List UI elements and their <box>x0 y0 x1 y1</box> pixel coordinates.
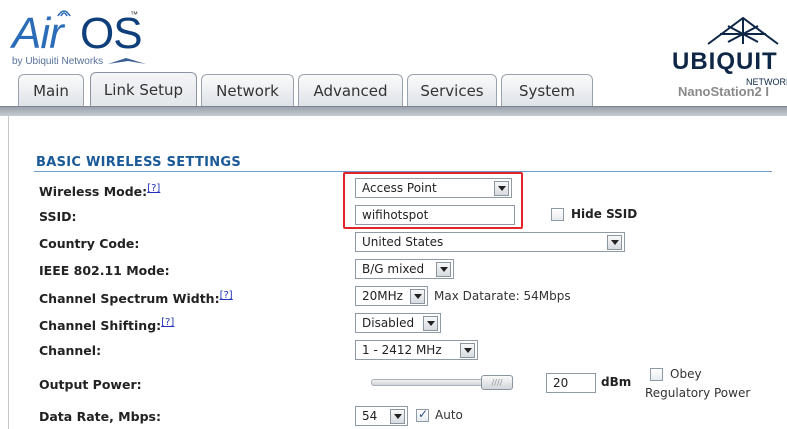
country-code-value: United States <box>362 235 444 249</box>
logo-trademark: ™ <box>130 10 138 19</box>
channel-width-label: Channel Spectrum Width:[?] <box>39 290 233 306</box>
tab-content-strip <box>0 106 787 116</box>
ieee-mode-select[interactable]: B/G mixed <box>355 259 454 279</box>
tab-label: Link Setup <box>103 80 184 99</box>
tab-main[interactable]: Main <box>18 74 84 106</box>
max-datarate-text: Max Datarate: 54Mbps <box>434 289 571 303</box>
hide-ssid-label: Hide SSID <box>571 207 638 221</box>
auto-rate-label: Auto <box>435 408 463 422</box>
hide-ssid-checkbox[interactable] <box>551 208 564 221</box>
output-power-slider-thumb[interactable]: //// <box>481 375 513 390</box>
wireless-mode-help-link[interactable]: [?] <box>147 183 160 194</box>
tab-label: System <box>519 81 575 100</box>
channel-shifting-select[interactable]: Disabled <box>355 313 441 333</box>
tab-services[interactable]: Services <box>407 74 497 106</box>
wireless-mode-label-text: Wireless Mode: <box>39 184 148 200</box>
auto-rate-checkbox[interactable] <box>416 407 429 422</box>
airos-logo: Air OS ™ by Ubiquiti Networks <box>10 4 170 67</box>
channel-shifting-help-link[interactable]: [?] <box>161 317 174 328</box>
logo-subtitle: by Ubiquiti Networks <box>12 56 104 67</box>
channel-value: 1 - 2412 MHz <box>362 343 442 357</box>
tab-advanced[interactable]: Advanced <box>298 74 403 106</box>
device-name: NanoStation2 I <box>678 84 770 99</box>
logo-air-text: Air <box>12 9 64 58</box>
ieee-mode-label: IEEE 802.11 Mode: <box>39 263 170 278</box>
channel-width-select[interactable]: 20MHz <box>355 286 428 306</box>
chevron-down-icon <box>410 288 425 304</box>
channel-shifting-label: Channel Shifting:[?] <box>39 317 174 333</box>
ubiquiti-bird-icon <box>108 58 146 64</box>
tab-label: Advanced <box>313 81 388 100</box>
data-rate-label: Data Rate, Mbps: <box>39 409 161 424</box>
tab-label: Network <box>216 81 279 100</box>
obey-regulatory-checkbox[interactable] <box>650 368 663 381</box>
chevron-down-icon <box>390 408 405 424</box>
chevron-down-icon <box>607 234 622 250</box>
channel-shifting-value: Disabled <box>362 316 415 330</box>
chevron-down-icon <box>436 261 451 277</box>
tab-label: Services <box>420 81 484 100</box>
chevron-down-icon <box>423 315 438 331</box>
channel-label: Channel: <box>39 343 102 358</box>
channel-shifting-label-text: Channel Shifting: <box>39 318 162 334</box>
tab-label: Main <box>33 81 69 100</box>
main-tab-bar: Main Link Setup Network Advanced Service… <box>0 72 787 106</box>
data-rate-select[interactable]: 54 <box>355 406 408 426</box>
highlight-annotation <box>343 172 523 229</box>
country-code-select[interactable]: United States <box>355 232 625 252</box>
output-power-unit: dBm <box>601 375 632 389</box>
tab-network[interactable]: Network <box>201 74 294 106</box>
ubiquiti-brand: UBIQUIT NETWORK <box>668 14 787 87</box>
channel-width-help-link[interactable]: [?] <box>220 290 233 301</box>
obey-label: Obey <box>670 367 702 381</box>
channel-width-value: 20MHz <box>362 289 403 303</box>
country-code-label: Country Code: <box>39 236 140 251</box>
ssid-label: SSID: <box>39 209 77 224</box>
channel-select[interactable]: 1 - 2412 MHz <box>355 340 478 360</box>
ubiquiti-star-icon <box>707 16 779 45</box>
tab-link-setup[interactable]: Link Setup <box>90 72 197 106</box>
brand-name: UBIQUIT <box>672 48 778 75</box>
output-power-input[interactable]: 20 <box>546 373 596 393</box>
wireless-mode-label: Wireless Mode:[?] <box>39 183 160 199</box>
channel-width-label-text: Channel Spectrum Width: <box>39 291 220 307</box>
ieee-mode-value: B/G mixed <box>362 262 425 276</box>
chevron-down-icon <box>460 342 475 358</box>
section-title: BASIC WIRELESS SETTINGS <box>36 155 242 170</box>
output-power-label: Output Power: <box>39 377 142 392</box>
regulatory-power-label: Regulatory Power <box>645 386 751 400</box>
tab-system[interactable]: System <box>501 74 593 106</box>
data-rate-value: 54 <box>362 409 378 423</box>
